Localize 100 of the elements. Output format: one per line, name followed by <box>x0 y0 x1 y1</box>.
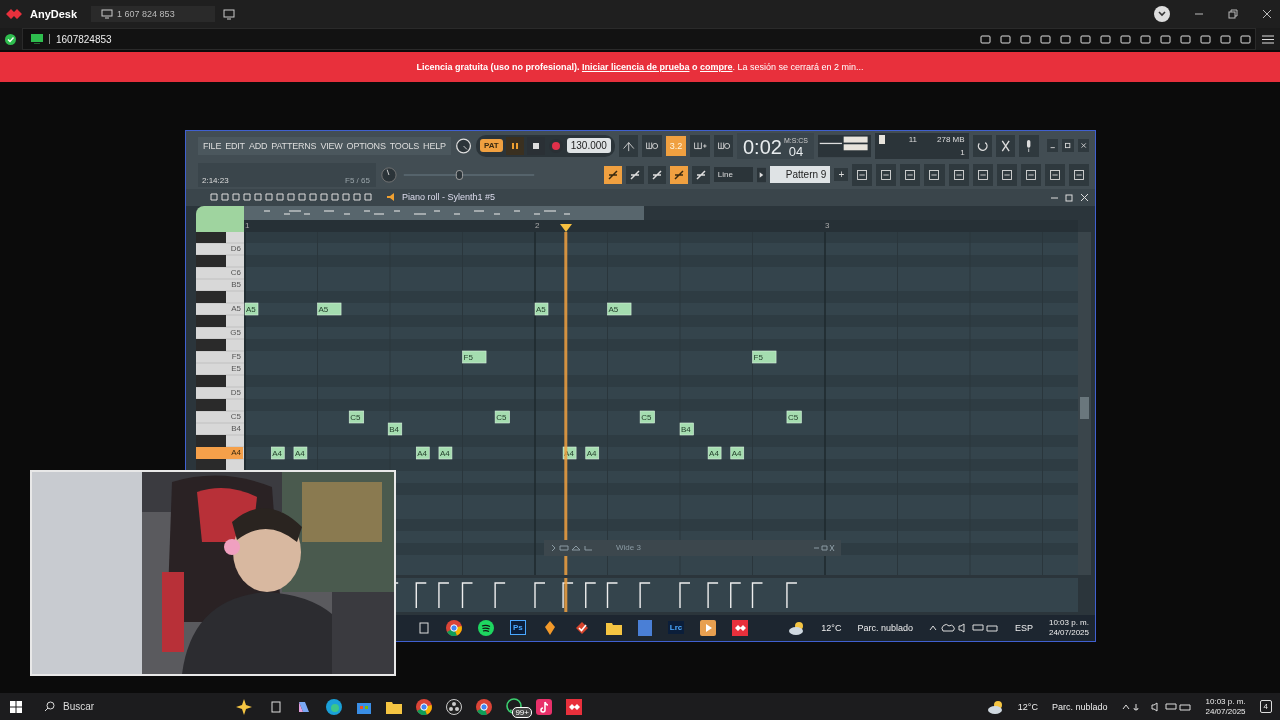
taskbar-time[interactable]: 10:03 p. m. <box>1048 617 1089 628</box>
note[interactable]: A5 <box>244 302 259 316</box>
piano-keyboard[interactable]: D6 C6 B5 A5 G5 F5 E5 D5 C5 B4 A4 <box>196 231 244 470</box>
note[interactable]: A4 <box>585 446 600 460</box>
obs-icon[interactable] <box>446 698 462 715</box>
weather-icon <box>789 620 806 635</box>
note[interactable]: C5 <box>786 410 802 424</box>
session-id: 1 607 824 853 <box>117 9 175 19</box>
photoshop-icon[interactable]: Ps <box>510 620 526 636</box>
menu-item[interactable]: PATTERNS <box>271 140 317 151</box>
system-tray-icon[interactable] <box>928 622 999 633</box>
restore-icon[interactable] <box>1065 192 1074 202</box>
slider-thumb[interactable] <box>455 169 463 180</box>
master-slider[interactable] <box>401 168 536 181</box>
microphone-icon[interactable] <box>1019 134 1039 157</box>
maximize-icon[interactable] <box>1062 139 1074 152</box>
menu-item[interactable]: TOOLS <box>389 140 420 151</box>
note[interactable]: C5 <box>494 410 510 424</box>
search-field[interactable]: Buscar <box>36 698 222 715</box>
cpu-meter-icon <box>879 134 886 144</box>
buy-link[interactable]: compre <box>700 62 733 72</box>
note[interactable]: C5 <box>348 410 365 424</box>
address-text: 1607824853 <box>56 33 112 45</box>
piano-roll-title: Piano roll - Sylenth1 #5 <box>402 192 496 203</box>
note[interactable]: A5 <box>534 302 549 316</box>
note[interactable]: F5 <box>752 350 777 364</box>
pattern-mode-button[interactable]: PAT <box>479 139 503 152</box>
sharp-key[interactable] <box>196 458 226 470</box>
download-icon[interactable] <box>1154 6 1170 22</box>
add-pattern-button[interactable]: + <box>834 168 849 181</box>
note[interactable]: A4 <box>730 446 745 460</box>
chrome-icon[interactable] <box>476 698 492 715</box>
input-language[interactable]: ESP <box>1014 622 1033 633</box>
menu-item[interactable]: OPTIONS <box>346 140 386 151</box>
menu-item[interactable]: ADD <box>248 140 268 151</box>
note[interactable]: A4 <box>707 446 722 460</box>
bar-number: 3 <box>825 220 830 230</box>
new-session-icon[interactable] <box>222 8 235 20</box>
note[interactable]: B4 <box>387 422 403 436</box>
chrome-icon[interactable] <box>416 698 432 715</box>
folder-icon[interactable] <box>386 699 402 714</box>
pitch-knob-icon[interactable] <box>379 164 398 185</box>
note[interactable]: A5 <box>317 302 342 316</box>
scrollbar-thumb[interactable] <box>1080 396 1089 419</box>
note[interactable]: A4 <box>270 446 285 460</box>
anydesk-icon[interactable] <box>566 698 582 715</box>
pattern-selector[interactable]: Pattern 9 <box>769 166 831 183</box>
folder-icon[interactable] <box>605 620 622 635</box>
pause-icon[interactable] <box>505 136 524 155</box>
note[interactable]: C5 <box>639 410 655 424</box>
note[interactable]: A5 <box>607 302 632 316</box>
notification-count[interactable]: 4 <box>1259 700 1272 713</box>
menu-item[interactable]: VIEW <box>320 140 343 151</box>
menu-item[interactable]: EDIT <box>225 140 245 151</box>
velocity-lane[interactable] <box>394 577 1078 612</box>
loop-record-icon[interactable] <box>713 134 733 157</box>
minimize-icon[interactable] <box>1046 139 1059 152</box>
edge-icon[interactable] <box>326 698 342 715</box>
address-field[interactable]: 1607824853 <box>22 28 1256 50</box>
taskbar-date[interactable]: 24/07/2025 <box>1048 627 1089 638</box>
close-icon[interactable] <box>1077 139 1089 152</box>
close-icon[interactable] <box>1262 9 1272 19</box>
chrome-icon[interactable] <box>446 619 462 636</box>
song-time: 0:02 <box>742 134 782 159</box>
windows-start-icon[interactable] <box>10 700 22 713</box>
note[interactable]: B4 <box>679 422 694 436</box>
task-view-icon[interactable] <box>418 621 430 634</box>
session-tab[interactable]: 1 607 824 853 <box>91 6 215 22</box>
taskbar-date[interactable]: 24/07/2025 <box>1205 706 1246 717</box>
menu-item[interactable]: HELP <box>423 140 446 151</box>
key-label: D5 <box>229 386 242 399</box>
menu-item[interactable]: FILE <box>203 140 222 151</box>
wait-icon[interactable] <box>618 134 639 157</box>
note[interactable]: F5 <box>462 350 487 364</box>
note[interactable]: A4 <box>293 446 308 460</box>
snap-dropdown[interactable]: Line <box>713 167 753 182</box>
menu-icon[interactable] <box>1262 33 1274 45</box>
task-view-icon[interactable] <box>270 700 282 713</box>
tempo-field[interactable]: 130.000 <box>566 138 611 153</box>
vertical-scrollbar[interactable] <box>1078 231 1091 575</box>
restore-icon[interactable] <box>1228 9 1238 19</box>
scissors-icon[interactable] <box>995 134 1016 157</box>
spotify-icon[interactable] <box>478 619 494 636</box>
tiktok-icon[interactable] <box>536 698 552 715</box>
countdown-icon[interactable] <box>642 134 662 157</box>
lightroom-icon[interactable]: Lrc <box>667 621 685 635</box>
window-app-icon[interactable] <box>637 619 652 636</box>
taskbar-time[interactable]: 10:03 p. m. <box>1205 696 1246 707</box>
anydesk-icon[interactable] <box>732 619 749 636</box>
weather-temperature: 12°C <box>1017 701 1038 712</box>
note[interactable]: A4 <box>415 446 430 460</box>
speaker-icon[interactable] <box>386 192 396 203</box>
media-player-icon[interactable] <box>700 619 717 636</box>
trial-link[interactable]: Iniciar licencia de prueba <box>581 62 690 72</box>
step-record-icon[interactable] <box>690 134 710 157</box>
note[interactable]: A4 <box>438 446 453 460</box>
piano-roll-tab[interactable] <box>196 205 244 232</box>
undo-icon[interactable] <box>972 134 992 157</box>
key-label: F5 <box>230 350 242 363</box>
system-tray-icon[interactable] <box>1121 701 1192 712</box>
